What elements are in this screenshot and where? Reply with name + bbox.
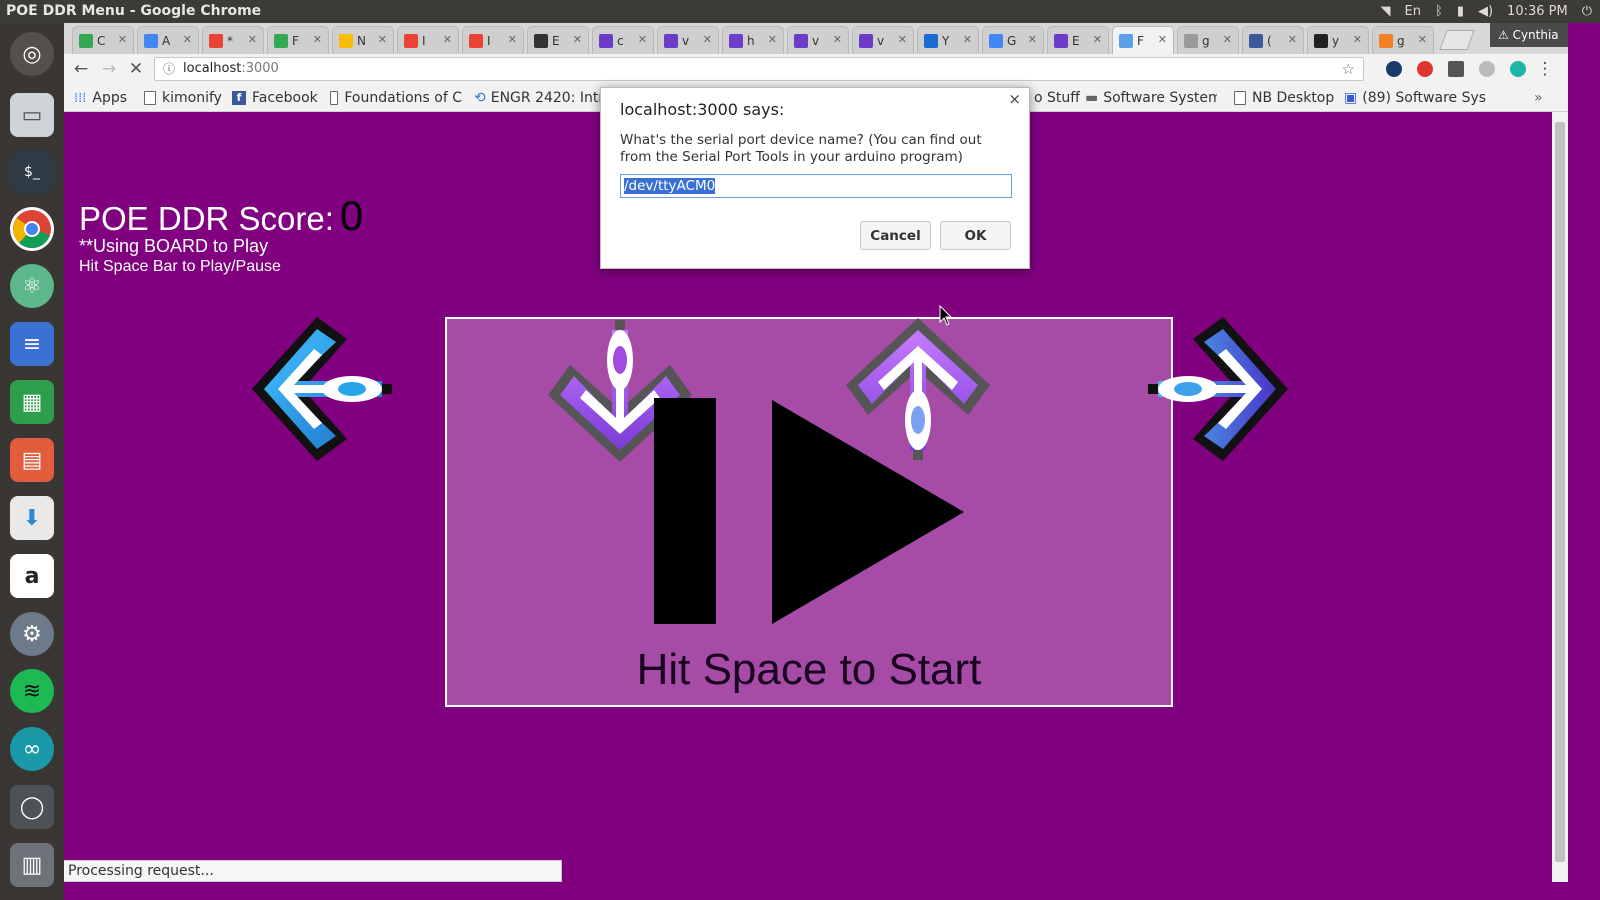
play-triangle-icon [772, 400, 964, 624]
close-icon[interactable]: × [1008, 90, 1021, 108]
ok-button[interactable]: OK [940, 221, 1011, 250]
prompt-dialog: localhost:3000 says: × What's the serial… [600, 87, 1030, 269]
mouse-cursor-icon [939, 305, 953, 326]
serial-port-value: /dev/ttyACM0 [624, 178, 716, 194]
pause-bar-icon [654, 398, 716, 624]
up-arrow-receptor-icon [846, 318, 990, 460]
left-arrow-receptor-icon [252, 317, 392, 461]
dialog-title: localhost:3000 says: [620, 100, 785, 119]
serial-port-input[interactable]: /dev/ttyACM0 [620, 174, 1012, 198]
right-arrow-receptor-icon [1148, 317, 1288, 461]
cancel-button[interactable]: Cancel [860, 221, 931, 250]
dialog-message: What's the serial port device name? (You… [620, 132, 982, 165]
status-bubble: Processing request... [64, 860, 562, 882]
